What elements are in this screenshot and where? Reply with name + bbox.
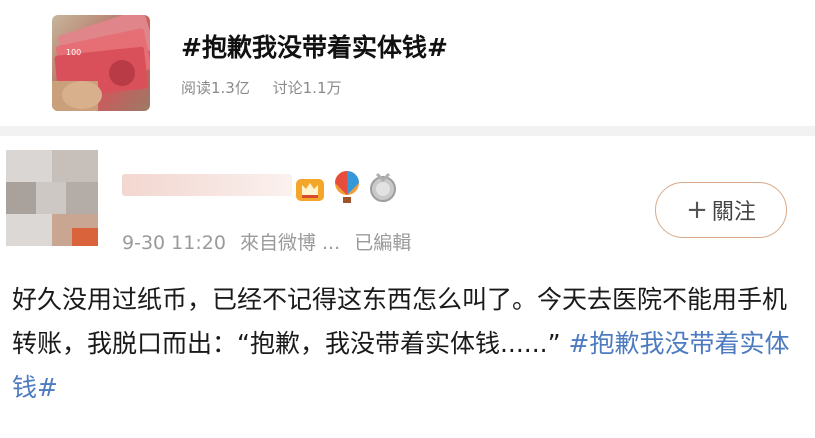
avatar[interactable]: [6, 150, 98, 246]
topic-thumbnail[interactable]: 100: [52, 15, 150, 111]
svg-text:100: 100: [66, 48, 81, 57]
topic-header: 100 #抱歉我没带着实体钱# 阅读1.3亿 讨论1.1万: [0, 0, 815, 126]
section-divider: [0, 126, 815, 136]
user-badges: [294, 170, 398, 210]
post-meta: 9-30 11:20 來自微博 ... 已編輯: [122, 228, 419, 255]
weibo-post: 9-30 11:20 來自微博 ... 已編輯 + 關注 好久没用过纸币，已经不…: [0, 136, 815, 438]
follow-label: 關注: [711, 200, 756, 225]
banknotes-image: 100: [52, 15, 150, 111]
username[interactable]: [122, 174, 292, 196]
crown-icon: [294, 173, 326, 207]
hot-air-balloon-icon: [332, 170, 362, 210]
follow-button[interactable]: + 關注: [655, 182, 787, 238]
post-timestamp: 9-30 11:20: [122, 232, 226, 254]
discussion-count: 讨论1.1万: [272, 79, 342, 97]
topic-title[interactable]: #抱歉我没带着实体钱#: [181, 28, 448, 64]
medal-icon: [368, 172, 398, 208]
post-body: 好久没用过纸币，已经不记得这东西怎么叫了。今天去医院不能用手机转账，我脱口而出：…: [12, 278, 802, 410]
post-source[interactable]: 來自微博 ...: [240, 232, 340, 254]
edited-label[interactable]: 已編輯: [354, 232, 411, 254]
plus-icon: +: [686, 195, 708, 225]
read-count: 阅读1.3亿: [181, 79, 250, 97]
topic-stats: 阅读1.3亿 讨论1.1万: [181, 77, 360, 98]
